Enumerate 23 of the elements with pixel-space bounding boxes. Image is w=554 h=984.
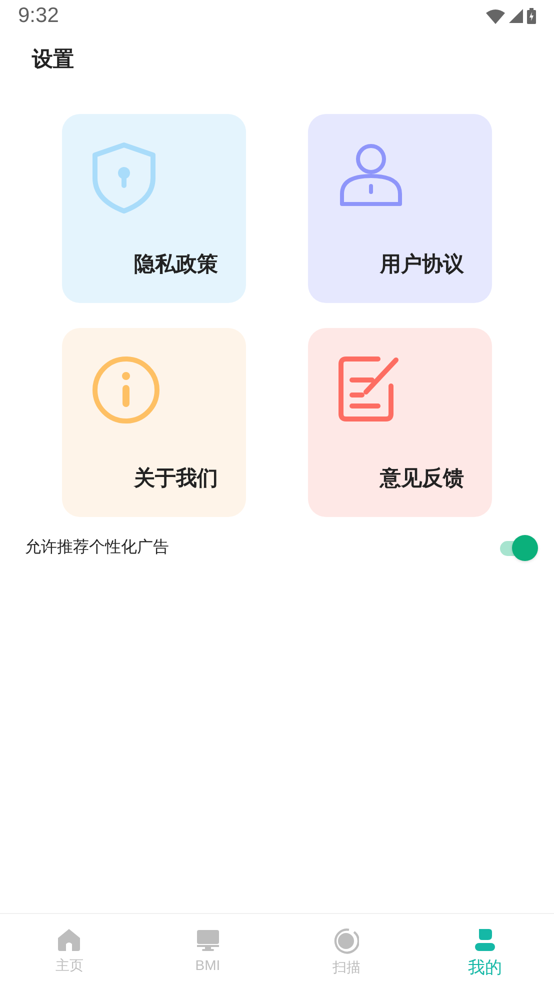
card-label: 意见反馈 [380,466,464,492]
monitor-icon [196,928,220,952]
toggle-switch[interactable] [498,535,538,561]
signal-icon [509,9,523,23]
card-label: 用户协议 [380,252,464,278]
shield-icon [92,142,156,214]
settings-card[interactable]: 意见反馈 [308,328,492,517]
setting-label: 允许推荐个性化广告 [25,538,169,558]
wifi-icon [486,8,505,24]
status-time: 9:32 [18,3,59,30]
settings-card[interactable]: 关于我们 [62,328,246,517]
card-label: 隐私政策 [134,252,218,278]
page-title: 设置 [32,47,74,74]
user-icon [338,142,404,208]
card-label: 关于我们 [134,466,218,492]
home-icon [57,928,82,952]
settings-card[interactable]: 隐私政策 [62,114,246,303]
person-icon [474,928,496,952]
settings-card[interactable]: 用户协议 [308,114,492,303]
edit-icon [338,356,400,422]
battery-icon [527,8,536,24]
scan-icon [333,928,360,954]
info-icon [92,356,160,424]
